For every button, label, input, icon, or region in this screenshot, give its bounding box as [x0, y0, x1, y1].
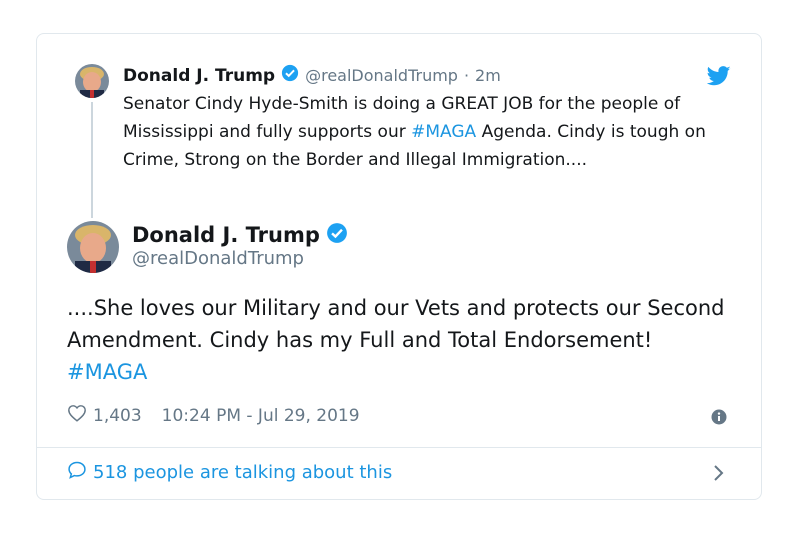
- twitter-bird-icon[interactable]: [706, 66, 731, 90]
- verified-badge-icon: [281, 64, 299, 88]
- chevron-right-icon[interactable]: [713, 464, 725, 486]
- parent-tweet-header: Donald J. Trump @realDonaldTrump · 2m: [123, 64, 501, 88]
- heart-icon[interactable]: [67, 404, 87, 427]
- main-hashtag-link[interactable]: #MAGA: [67, 360, 147, 384]
- main-avatar[interactable]: [67, 221, 119, 273]
- divider: [37, 447, 761, 448]
- parent-handle[interactable]: @realDonaldTrump: [305, 65, 458, 87]
- main-text-part1: ....She loves our Military and our Vets …: [67, 296, 725, 352]
- talking-about-link[interactable]: 518 people are talking about this: [67, 460, 392, 485]
- main-tweet-text: ....She loves our Military and our Vets …: [67, 292, 737, 388]
- main-display-name[interactable]: Donald J. Trump: [132, 221, 320, 249]
- parent-tweet-text: Senator Cindy Hyde-Smith is doing a GREA…: [123, 90, 723, 174]
- main-handle[interactable]: @realDonaldTrump: [132, 247, 304, 271]
- tweet-meta-row: 1,403 10:24 PM - Jul 29, 2019: [67, 404, 360, 427]
- parent-avatar[interactable]: [75, 64, 109, 98]
- parent-display-name[interactable]: Donald J. Trump: [123, 65, 275, 87]
- info-icon[interactable]: [711, 409, 727, 429]
- talking-about-text: 518 people are talking about this: [93, 462, 393, 483]
- verified-badge-icon: [326, 222, 348, 248]
- thread-line: [91, 102, 93, 218]
- parent-time-ago[interactable]: 2m: [475, 65, 501, 87]
- embedded-tweet-card: Donald J. Trump @realDonaldTrump · 2m Se…: [36, 33, 762, 500]
- tweet-timestamp[interactable]: 10:24 PM - Jul 29, 2019: [162, 406, 360, 426]
- separator-dot: ·: [463, 66, 470, 85]
- parent-hashtag-link[interactable]: #MAGA: [411, 122, 476, 142]
- main-name-row: Donald J. Trump: [132, 221, 348, 249]
- like-count[interactable]: 1,403: [93, 406, 142, 426]
- comment-bubble-icon: [67, 460, 87, 485]
